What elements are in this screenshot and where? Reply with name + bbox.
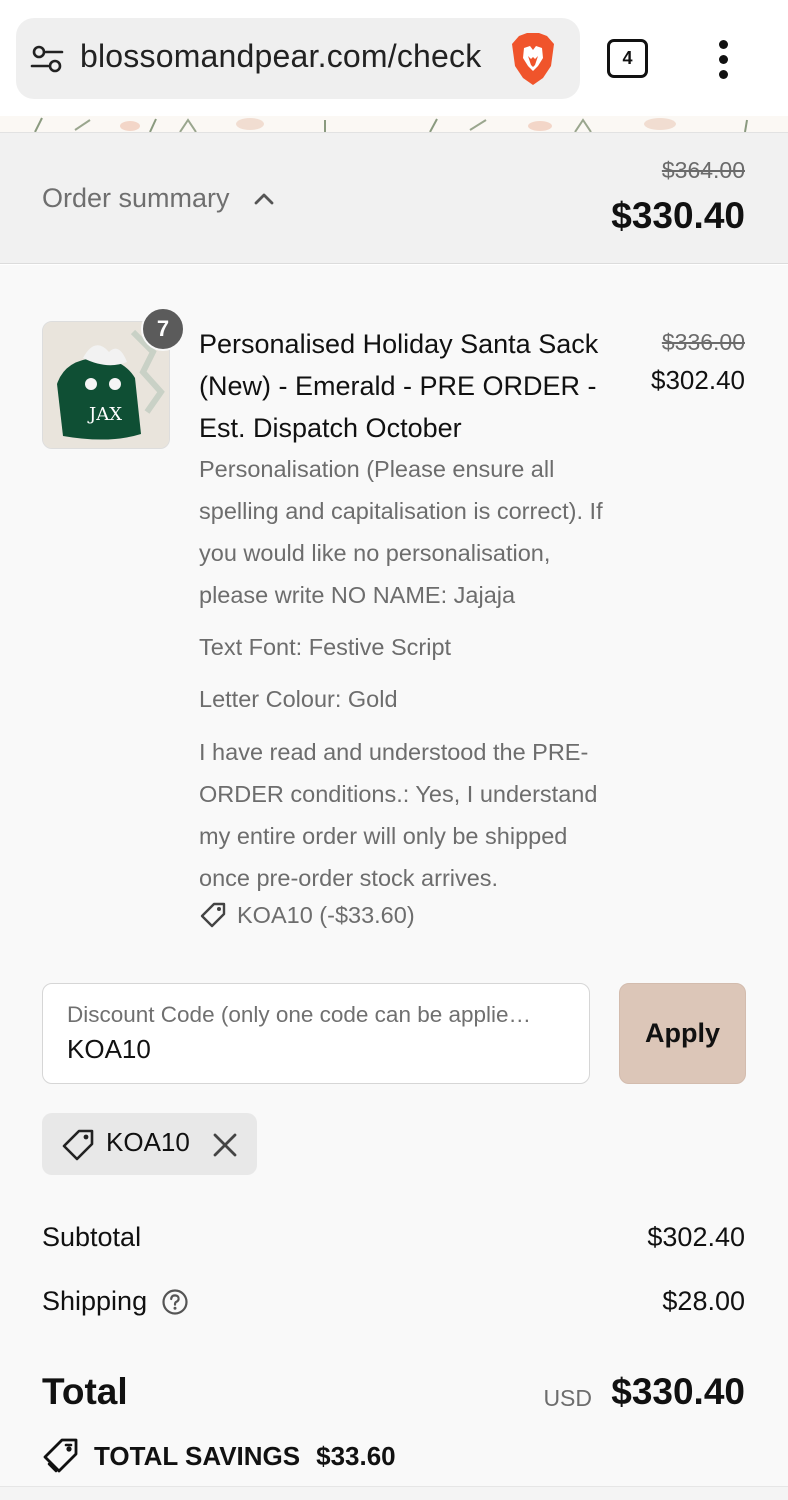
thumbnail-name-text: JAX xyxy=(87,404,122,425)
shipping-label: Shipping xyxy=(42,1286,148,1316)
savings-tag-icon xyxy=(43,1438,78,1473)
discount-code-input[interactable]: Discount Code (only one code can be appl… xyxy=(42,983,590,1084)
tag-icon xyxy=(200,902,226,928)
discount-code-label: Discount Code (only one code can be appl… xyxy=(67,1002,532,1027)
chevron-up-icon[interactable] xyxy=(252,191,276,207)
subtotal-value: $302.40 xyxy=(647,1222,745,1252)
applied-discount-code: KOA10 xyxy=(106,1127,190,1157)
product-original-price: $336.00 xyxy=(661,329,745,355)
applied-discount-chip: KOA10 xyxy=(42,1113,257,1175)
total-savings-row: TOTAL SAVINGS $33.60 xyxy=(42,1437,396,1475)
browser-toolbar: blossomandpear.com/check 4 xyxy=(0,0,788,116)
total-label: Total xyxy=(42,1371,128,1412)
product-property-colour: Letter Colour: Gold xyxy=(199,686,398,712)
line-item-discount: KOA10 (-$33.60) xyxy=(199,901,415,929)
tab-switcher-button[interactable]: 4 xyxy=(607,39,648,78)
order-summary-toggle[interactable]: Order summary xyxy=(42,183,230,214)
site-settings-icon[interactable] xyxy=(30,42,64,76)
apply-button[interactable]: Apply xyxy=(619,983,746,1084)
url-text[interactable]: blossomandpear.com/check xyxy=(80,38,481,75)
total-savings-value: $33.60 xyxy=(316,1440,396,1471)
order-summary-content: JAX 7 Personalised Holiday Santa Sack (N… xyxy=(0,265,788,1500)
summary-original-price: $364.00 xyxy=(661,157,745,183)
product-price: $302.40 xyxy=(651,365,745,395)
total-value: $330.40 xyxy=(611,1371,745,1412)
next-section-edge xyxy=(0,1486,788,1500)
more-menu-icon[interactable] xyxy=(710,40,738,80)
tag-icon xyxy=(62,1129,94,1161)
product-property-preorder: I have read and understood the PRE-ORDER… xyxy=(199,739,598,891)
line-item-discount-text: KOA10 (-$33.60) xyxy=(237,901,415,928)
shipping-help-icon[interactable] xyxy=(161,1288,189,1316)
product-property-font: Text Font: Festive Script xyxy=(199,634,452,660)
order-summary-bar[interactable]: Order summary $364.00 $330.40 xyxy=(0,132,788,264)
total-currency: USD xyxy=(543,1385,592,1411)
brave-shields-icon[interactable] xyxy=(510,32,556,86)
discount-code-value[interactable]: KOA10 xyxy=(67,1034,151,1065)
shipping-value: $28.00 xyxy=(662,1286,745,1316)
floral-banner-decoration xyxy=(0,116,788,132)
remove-discount-close-icon[interactable] xyxy=(210,1130,240,1160)
total-savings-label: TOTAL SAVINGS xyxy=(94,1440,301,1471)
summary-total-price: $330.40 xyxy=(611,195,745,236)
quantity-badge: 7 xyxy=(141,307,185,351)
subtotal-label: Subtotal xyxy=(42,1222,142,1252)
product-title: Personalised Holiday Santa Sack (New) - … xyxy=(199,329,599,443)
product-property-personalisation: Personalisation (Please ensure all spell… xyxy=(199,456,603,608)
